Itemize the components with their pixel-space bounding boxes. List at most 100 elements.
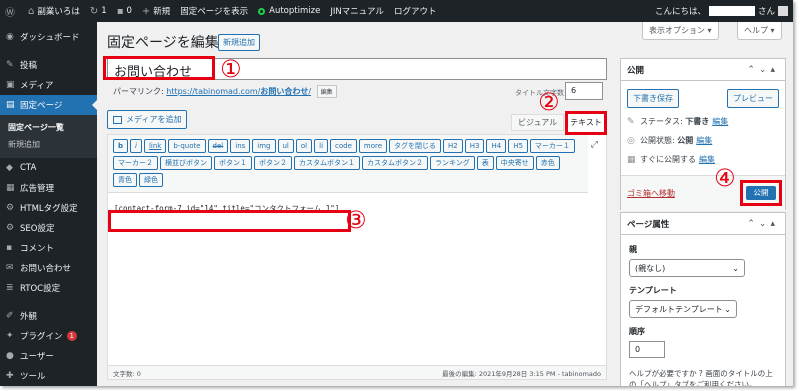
quicktag-button[interactable]: ul	[277, 139, 294, 153]
step-4-marker: ④	[714, 164, 736, 192]
list-icon: ≣	[6, 283, 14, 293]
sidebar-item-comments[interactable]: ▪ コメント	[0, 238, 97, 258]
sidebar-item-rtoc[interactable]: ≣ RTOC設定	[0, 278, 97, 298]
chevron-down-icon: ⌄	[732, 263, 739, 273]
quicktag-button[interactable]: 横並びボタン	[160, 156, 212, 170]
quicktag-button[interactable]: li	[314, 139, 329, 153]
brush-icon: ✐	[6, 311, 14, 321]
quicktag-button[interactable]: img	[252, 139, 276, 153]
sidebar-item-contact[interactable]: ✉ お問い合わせ	[0, 258, 97, 278]
quicktag-button[interactable]: link	[143, 139, 167, 153]
template-select[interactable]: デフォルトテンプレート ⌄	[629, 300, 737, 318]
autoptimize-link[interactable]: Autoptimize	[253, 0, 325, 22]
add-media-button[interactable]: メディアを追加	[107, 110, 188, 129]
quicktag-button[interactable]: ins	[230, 139, 251, 153]
quicktag-button[interactable]: 表	[476, 156, 494, 170]
quicktag-button[interactable]: カスタムボタン１	[294, 156, 360, 170]
quicktag-button[interactable]: ボタン２	[254, 156, 292, 170]
preview-button[interactable]: プレビュー	[727, 89, 779, 108]
title-count-field[interactable]: 6	[565, 82, 603, 100]
permalink-edit-button[interactable]: 編集	[316, 85, 337, 98]
step-1-marker: ①	[220, 55, 242, 83]
sidebar-item-seo[interactable]: ⚙ SEO設定	[0, 218, 97, 238]
help-button[interactable]: ヘルプ ▾	[737, 22, 782, 40]
quicktag-button[interactable]: b-quote	[168, 139, 206, 153]
chevron-down-icon: ⌄	[724, 304, 731, 314]
quicktag-button[interactable]: ol	[295, 139, 313, 153]
updates-link[interactable]: ↻ 1	[85, 0, 112, 22]
visibility-edit-link[interactable]: 編集	[696, 135, 712, 146]
quicktag-button[interactable]: マーカー２	[113, 156, 158, 170]
quicktag-button[interactable]: 緑色	[139, 173, 163, 187]
sidebar-item-media[interactable]: ▣ メディア	[0, 75, 97, 95]
schedule-edit-link[interactable]: 編集	[699, 154, 715, 165]
view-page-link[interactable]: 固定ページを表示	[175, 0, 253, 22]
quicktag-button[interactable]: del	[207, 139, 229, 153]
quicktag-button[interactable]: H4	[486, 139, 507, 153]
quicktag-button[interactable]: more	[358, 139, 388, 153]
pin-icon: ✎	[6, 60, 14, 70]
quicktag-button[interactable]: タグを閉じる	[389, 139, 442, 153]
step-2-marker: ②	[538, 88, 560, 116]
code-icon: ⚙	[6, 203, 15, 213]
quicktag-button[interactable]: マーカー１	[529, 139, 575, 153]
move-to-trash-link[interactable]: ゴミ箱へ移動	[627, 188, 675, 199]
text-editor: b i link b-quote del ins img ul ol li code more タグを閉…	[107, 134, 607, 380]
highlight-box-title	[103, 56, 215, 80]
box-toggle-icons[interactable]: ⌃⌄▴	[747, 65, 779, 75]
calendar-icon: ▦	[627, 154, 636, 165]
quicktag-button[interactable]: H5	[508, 139, 528, 153]
sidebar-item-pages[interactable]: ▤ 固定ページ	[0, 95, 97, 115]
screen-options-button[interactable]: 表示オプション ▾	[642, 22, 719, 40]
save-draft-button[interactable]: 下書き保存	[627, 89, 679, 108]
site-name-link[interactable]: ⌂ 副業いろは	[23, 0, 85, 22]
sidebar-item-appearance[interactable]: ✐ 外観	[0, 306, 97, 326]
jin-manual-link[interactable]: JINマニュアル	[325, 0, 389, 22]
quicktag-button[interactable]: i	[130, 139, 142, 153]
account-menu[interactable]: こんにちは、 さん	[650, 0, 793, 22]
comments-link[interactable]: ▪ 0	[112, 0, 137, 22]
parent-label: 親	[629, 245, 637, 254]
quicktag-button[interactable]: code	[330, 139, 357, 153]
add-new-button[interactable]: 新規追加	[218, 34, 260, 51]
admin-bar: Ⓦ ⌂ 副業いろは ↻ 1 ▪ 0 + 新規 固定ページを表示 Autoptimize …	[0, 0, 793, 22]
wp-logo-button[interactable]: Ⓦ	[0, 0, 23, 22]
quicktag-button[interactable]: 青色	[113, 173, 137, 187]
new-content-link[interactable]: + 新規	[137, 0, 175, 22]
tab-text[interactable]: テキスト	[565, 111, 607, 135]
sidebar-item-posts[interactable]: ✎ 投稿	[0, 55, 97, 75]
home-icon: ⌂	[28, 5, 35, 17]
quicktag-button[interactable]: ランキング	[430, 156, 475, 170]
order-input[interactable]: 0	[629, 341, 665, 358]
sidebar-item-dashboard[interactable]: ◉ ダッシュボード	[0, 27, 97, 47]
order-label: 順序	[629, 327, 645, 336]
wrench-icon: ✚	[6, 371, 14, 381]
logout-link[interactable]: ログアウト	[389, 0, 442, 22]
sidebar-item-tools[interactable]: ✚ ツール	[0, 366, 97, 386]
fullscreen-icon[interactable]: ⤢	[591, 140, 598, 150]
publish-button[interactable]: 公開	[746, 186, 776, 200]
parent-select[interactable]: (親なし) ⌄	[629, 259, 745, 277]
quicktag-button[interactable]: H2	[443, 139, 463, 153]
quicktag-button[interactable]: 赤色	[535, 156, 560, 170]
quicktag-button[interactable]: カスタムボタン２	[362, 156, 428, 170]
sidebar-subitem-all-pages[interactable]: 固定ページ一覧	[0, 119, 97, 136]
quicktag-button[interactable]: H3	[464, 139, 485, 153]
sidebar-item-users[interactable]: ● ユーザー	[0, 346, 97, 366]
sidebar-item-ads[interactable]: ▦ 広告管理	[0, 178, 97, 198]
status-edit-link[interactable]: 編集	[712, 116, 728, 127]
quicktag-button[interactable]: 中央寄せ	[495, 156, 534, 170]
permalink-link[interactable]: https://tabinomad.com/お問い合わせ/	[166, 87, 311, 96]
sidebar-item-cta[interactable]: ◆ CTA	[0, 158, 97, 178]
page-attributes-header: ページ属性 ⌃⌄▴	[621, 213, 785, 235]
editor-status-bar: 文字数: 0 最後の編集: 2021年9月28日 3:15 PM - tabin…	[108, 365, 606, 379]
box-toggle-icons[interactable]: ⌃⌄▴	[747, 219, 779, 229]
sidebar-item-plugins[interactable]: ✦ プラグイン 1	[0, 326, 97, 346]
sidebar-item-html-tags[interactable]: ⚙ HTMLタグ設定	[0, 198, 97, 218]
quicktag-button[interactable]: ボタン１	[214, 156, 252, 170]
quicktag-button[interactable]: b	[113, 139, 129, 153]
tab-visual[interactable]: ビジュアル	[511, 114, 565, 131]
help-text: ヘルプが必要ですか ? 画面のタイトルの上の「ヘルプ」タブをご利用ください。	[629, 369, 773, 386]
sidebar-subitem-add-new[interactable]: 新規追加	[0, 136, 97, 153]
cta-icon: ◆	[6, 163, 13, 173]
